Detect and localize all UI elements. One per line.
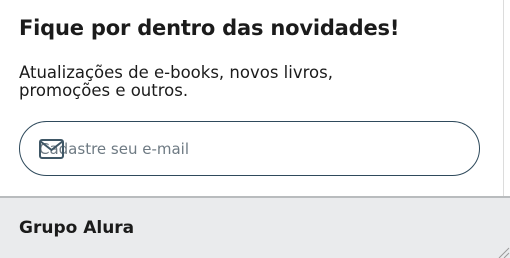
page: Fique por dentro das novidades! Atualiza…: [0, 0, 510, 258]
footer-title: Grupo Alura: [19, 218, 135, 238]
scrollbar-track[interactable]: [503, 0, 510, 196]
newsletter-description: Atualizações de e-books, novos livros, p…: [19, 63, 333, 100]
email-field[interactable]: [39, 135, 459, 163]
email-field-container[interactable]: [19, 121, 480, 176]
newsletter-title: Fique por dentro das novidades!: [19, 16, 400, 40]
resize-grip-icon[interactable]: [496, 244, 510, 258]
newsletter-section: Fique por dentro das novidades! Atualiza…: [0, 0, 503, 196]
envelope-icon: [39, 139, 64, 159]
footer: Grupo Alura: [0, 198, 510, 258]
